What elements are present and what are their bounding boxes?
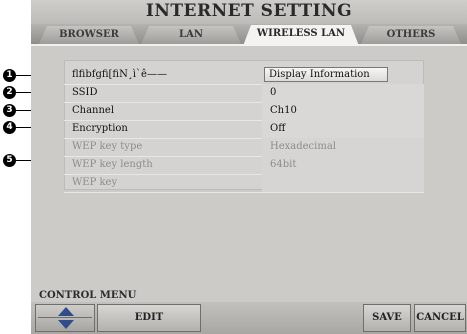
setting-label: ﬂﬁbfgﬁ[ﬁN¸ì`ê—— xyxy=(72,69,167,80)
wep-key-label: WEP key xyxy=(72,177,118,188)
arrow-down-icon[interactable] xyxy=(58,320,74,329)
callout-1: 1 xyxy=(3,69,16,82)
setting-row-wep-key-length: WEP key length 64bit xyxy=(64,156,424,175)
edit-button[interactable]: EDIT xyxy=(97,304,201,332)
setting-row-display-info: ﬂﬁbfgﬁ[ﬁN¸ì`ê—— Display Information xyxy=(64,66,424,85)
setting-row-wep-key: WEP key xyxy=(64,174,424,193)
ssid-label: SSID xyxy=(72,87,98,98)
setting-row-ssid[interactable]: SSID 0 xyxy=(64,84,424,103)
encryption-value[interactable]: Off xyxy=(262,120,424,138)
callout-5: 5 xyxy=(3,154,16,167)
ssid-value[interactable]: 0 xyxy=(262,84,424,102)
wep-key-value xyxy=(262,174,424,192)
setting-row-encryption[interactable]: Encryption Off xyxy=(64,120,424,139)
internet-setting-screen: INTERNET SETTING BROWSER LAN WIRELESS LA… xyxy=(31,0,467,334)
page-title: INTERNET SETTING xyxy=(31,0,467,24)
encryption-label: Encryption xyxy=(72,123,128,134)
callout-3: 3 xyxy=(3,104,16,117)
setting-row-wep-key-type: WEP key type Hexadecimal xyxy=(64,138,424,157)
channel-value[interactable]: Ch10 xyxy=(262,102,424,120)
save-button[interactable]: SAVE xyxy=(363,304,411,332)
callout-4: 4 xyxy=(3,121,16,134)
callout-2: 2 xyxy=(3,86,16,99)
wep-key-type-value: Hexadecimal xyxy=(262,138,424,156)
display-information-button[interactable]: Display Information xyxy=(264,67,388,82)
settings-panel: ﬂﬁbfgﬁ[ﬁN¸ì`ê—— Display Information SSID… xyxy=(64,60,424,193)
cancel-button[interactable]: CANCEL xyxy=(414,304,466,332)
wep-key-type-label: WEP key type xyxy=(72,141,143,152)
up-down-buttons[interactable] xyxy=(35,304,95,332)
control-menu-label: CONTROL MENU xyxy=(39,290,137,301)
tab-bar: BROWSER LAN WIRELESS LAN OTHERS xyxy=(31,24,467,46)
tab-others[interactable]: OTHERS xyxy=(361,26,461,44)
up-down-divider xyxy=(38,317,92,318)
tab-browser[interactable]: BROWSER xyxy=(39,26,139,44)
tab-lan[interactable]: LAN xyxy=(141,26,241,44)
tab-wireless-lan[interactable]: WIRELESS LAN xyxy=(243,25,359,46)
channel-label: Channel xyxy=(72,105,115,116)
arrow-up-icon[interactable] xyxy=(58,307,74,316)
wep-key-length-label: WEP key length xyxy=(72,159,153,170)
wep-key-length-value: 64bit xyxy=(262,156,424,174)
control-menu-bar: EDIT SAVE CANCEL xyxy=(31,302,467,334)
setting-row-channel[interactable]: Channel Ch10 xyxy=(64,102,424,121)
